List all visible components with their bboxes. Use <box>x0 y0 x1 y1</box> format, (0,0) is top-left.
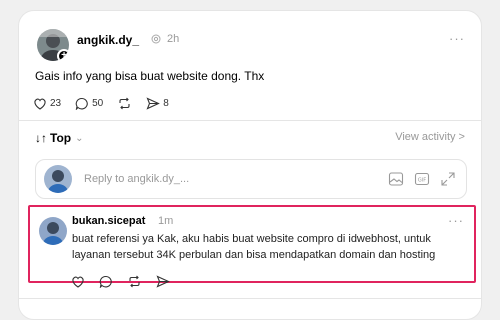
repost-button[interactable] <box>127 275 142 288</box>
post-time: 2h <box>167 33 180 45</box>
send-icon <box>156 275 170 288</box>
repost-button[interactable] <box>117 97 132 110</box>
comment-icon <box>99 275 112 288</box>
repost-icon <box>119 97 130 110</box>
like-button[interactable]: 23 <box>33 97 61 110</box>
avatar[interactable]: + <box>37 29 69 61</box>
repost-icon <box>129 275 140 288</box>
comment-count: 50 <box>92 98 104 109</box>
comment-item[interactable]: bukan.sicepat 1m ··· buat referensi ya K… <box>28 205 476 283</box>
divider <box>19 120 481 121</box>
comment-icon <box>75 97 88 110</box>
more-options-icon[interactable]: ··· <box>448 213 464 228</box>
post-text: Gais info yang bisa buat website dong. T… <box>35 69 265 83</box>
expand-icon[interactable] <box>440 171 456 187</box>
divider <box>19 298 481 299</box>
comment-actions <box>71 275 184 288</box>
sort-dropdown[interactable]: ↓↑ Top ⌄ <box>35 131 84 145</box>
avatar <box>44 165 72 193</box>
comment-button[interactable] <box>99 275 113 288</box>
post-meta: 2h <box>151 33 179 45</box>
image-icon[interactable] <box>388 171 404 187</box>
share-count: 8 <box>163 98 169 109</box>
comment-button[interactable]: 50 <box>75 97 103 110</box>
more-options-icon[interactable]: ··· <box>449 31 465 46</box>
share-button[interactable] <box>156 275 170 288</box>
share-button[interactable]: 8 <box>146 97 169 110</box>
sort-label: Top <box>50 131 72 145</box>
heart-icon <box>34 98 46 110</box>
reply-box[interactable]: Reply to angkik.dy_... GIF <box>35 159 467 199</box>
svg-text:GIF: GIF <box>418 178 426 184</box>
gif-icon[interactable]: GIF <box>414 171 430 187</box>
comment-username[interactable]: bukan.sicepat <box>72 215 145 227</box>
avatar[interactable] <box>39 217 67 245</box>
thread-card: + angkik.dy_ 2h ··· Gais info yang bisa … <box>18 10 482 320</box>
post-username[interactable]: angkik.dy_ <box>77 33 139 47</box>
like-button[interactable] <box>71 275 85 288</box>
threads-icon <box>151 34 161 44</box>
sort-arrows-icon: ↓↑ <box>35 131 47 145</box>
view-activity-link[interactable]: View activity > <box>395 131 465 143</box>
follow-plus-icon[interactable]: + <box>57 49 69 61</box>
like-count: 23 <box>50 98 62 109</box>
chevron-down-icon: ⌄ <box>75 132 84 144</box>
comment-time: 1m <box>158 215 174 227</box>
post-actions: 23 50 8 <box>33 97 183 110</box>
send-icon <box>146 97 161 110</box>
heart-icon <box>72 276 84 288</box>
reply-placeholder[interactable]: Reply to angkik.dy_... <box>84 173 189 185</box>
comment-text: buat referensi ya Kak, aku habis buat we… <box>72 233 436 261</box>
reply-tools: GIF <box>378 171 456 187</box>
